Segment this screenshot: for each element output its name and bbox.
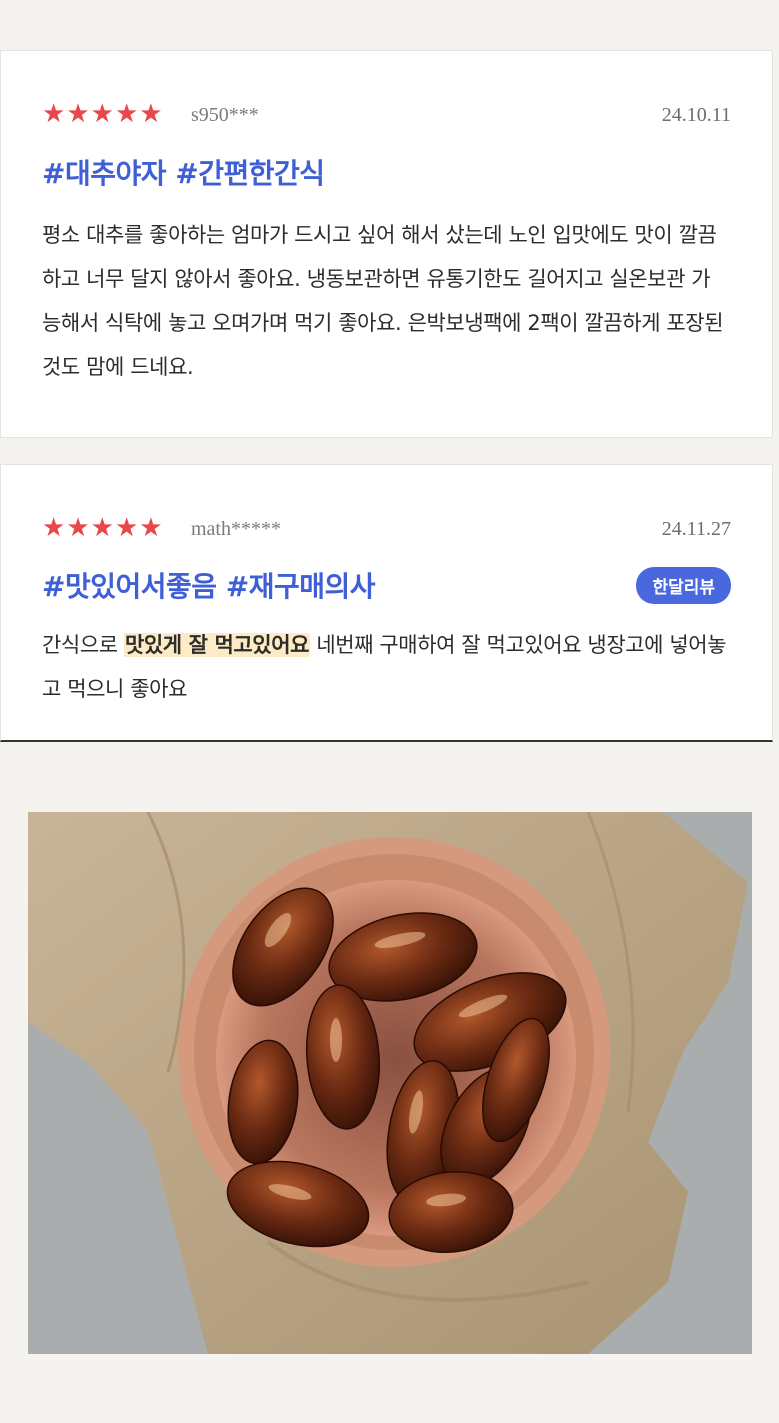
star-icon: ★ bbox=[66, 513, 90, 543]
review-meta: ★ ★ ★ ★ ★ s950*** 24.10.11 bbox=[42, 100, 731, 128]
reviewer-name: math***** bbox=[191, 518, 281, 540]
star-icon: ★ bbox=[42, 513, 66, 543]
star-icon: ★ bbox=[114, 513, 139, 543]
review-date: 24.11.27 bbox=[661, 518, 731, 540]
review-date: 24.10.11 bbox=[661, 104, 731, 126]
reviewer-name: s950*** bbox=[191, 104, 259, 126]
star-icon: ★ bbox=[90, 513, 114, 543]
review-tags: #맛있어서좋음 #재구매의사 bbox=[42, 570, 376, 603]
star-rating: ★ ★ ★ ★ ★ bbox=[42, 100, 164, 128]
star-rating: ★ ★ ★ ★ ★ bbox=[42, 514, 164, 542]
product-photo bbox=[28, 812, 752, 1354]
star-icon: ★ bbox=[90, 99, 114, 129]
star-icon: ★ bbox=[139, 513, 163, 543]
review-body: 간식으로 맛있게 잘 먹고있어요 네번째 구매하여 잘 먹고있어요 냉장고에 넣… bbox=[42, 623, 728, 711]
review-highlight: 맛있게 잘 먹고있어요 bbox=[123, 633, 311, 657]
review-body-text: 간식으로 bbox=[42, 633, 124, 657]
star-icon: ★ bbox=[139, 99, 163, 129]
review-meta: ★ ★ ★ ★ ★ math***** 24.11.27 bbox=[42, 514, 731, 542]
review-body: 평소 대추를 좋아하는 엄마가 드시고 싶어 해서 샀는데 노인 입맛에도 맛이… bbox=[42, 223, 724, 379]
star-icon: ★ bbox=[66, 99, 90, 129]
review-card: ★ ★ ★ ★ ★ math***** 24.11.27 #맛있어서좋음 #재구… bbox=[0, 464, 773, 742]
star-icon: ★ bbox=[114, 99, 139, 129]
review-tags: #대추야자 #간편한간식 bbox=[42, 157, 325, 190]
month-review-badge: 한달리뷰 bbox=[636, 567, 731, 604]
star-icon: ★ bbox=[42, 99, 66, 129]
review-card: ★ ★ ★ ★ ★ s950*** 24.10.11 #대추야자 #간편한간식 … bbox=[0, 50, 773, 438]
